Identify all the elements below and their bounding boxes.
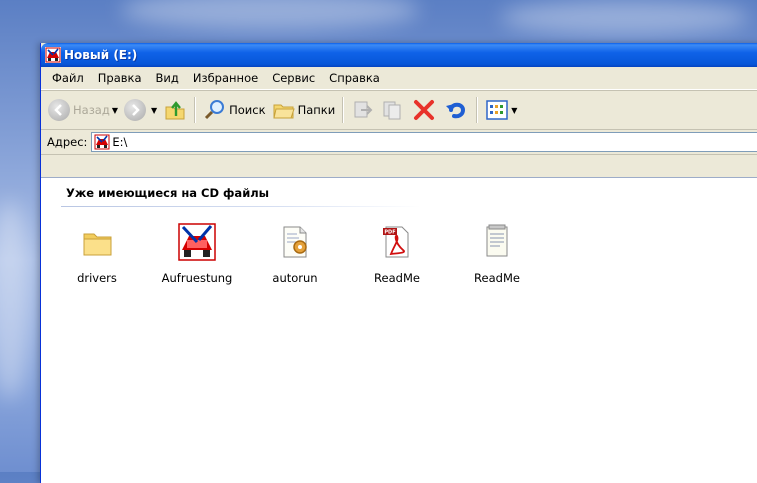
menu-tools[interactable]: Сервис — [265, 69, 322, 87]
menu-bar: Файл Правка Вид Избранное Сервис Справка — [41, 67, 757, 90]
menu-edit[interactable]: Правка — [91, 69, 149, 87]
car-app-icon — [178, 223, 216, 261]
desktop-cloud — [120, 0, 420, 30]
menu-favorites[interactable]: Избранное — [186, 69, 265, 87]
menu-view[interactable]: Вид — [149, 69, 186, 87]
back-button[interactable]: Назад ▼ — [45, 95, 121, 125]
desktop-cloud — [500, 0, 750, 35]
folders-icon — [272, 104, 295, 119]
back-dropdown-icon[interactable]: ▼ — [112, 106, 118, 115]
file-item-drivers[interactable]: drivers — [55, 222, 139, 285]
address-value: E:\ — [112, 135, 128, 149]
back-label: Назад — [73, 103, 110, 117]
file-name: ReadMe — [474, 271, 520, 285]
move-to-button[interactable] — [348, 95, 378, 125]
explorer-window: Новый (E:) Файл Правка Вид Избранное Сер… — [40, 43, 757, 483]
file-item-autorun[interactable]: autorun — [253, 222, 337, 285]
toolbar: Назад ▼ ▼ Поиск Папки ▼ — [41, 90, 757, 130]
file-list-pane[interactable]: Уже имеющиеся на CD файлы drivers Aufrue… — [41, 177, 757, 483]
views-grid-icon — [486, 100, 508, 120]
views-button[interactable]: ▼ — [482, 95, 520, 125]
search-label: Поиск — [229, 103, 266, 117]
address-bar: Адрес: E:\ — [41, 130, 757, 155]
back-arrow-icon — [48, 99, 70, 121]
forward-button[interactable]: ▼ — [121, 95, 160, 125]
undo-icon — [446, 102, 466, 119]
search-button[interactable]: Поиск — [200, 95, 268, 125]
file-name: autorun — [272, 271, 318, 285]
forward-arrow-icon — [123, 99, 146, 121]
drive-icon — [94, 134, 110, 150]
car-app-icon — [45, 47, 61, 63]
desktop-cloud — [0, 200, 30, 400]
folders-button[interactable]: Папки — [269, 95, 339, 125]
move-to-icon — [354, 101, 373, 118]
group-header: Уже имеющиеся на CD файлы — [66, 186, 270, 200]
menu-file[interactable]: Файл — [45, 69, 91, 87]
address-label: Адрес: — [47, 135, 88, 149]
copy-to-button[interactable] — [378, 95, 408, 125]
forward-dropdown-icon[interactable]: ▼ — [151, 106, 157, 115]
file-name: drivers — [77, 271, 117, 285]
up-folder-button[interactable] — [160, 95, 190, 125]
file-name: ReadMe — [374, 271, 420, 285]
toolbar-separator — [194, 97, 197, 123]
text-file-icon — [486, 224, 508, 257]
menu-help[interactable]: Справка — [322, 69, 387, 87]
window-title: Новый (E:) — [64, 48, 138, 62]
group-divider — [61, 206, 421, 207]
folder-icon — [83, 233, 112, 256]
title-bar[interactable]: Новый (E:) — [41, 43, 757, 67]
search-icon — [205, 100, 225, 120]
delete-button[interactable] — [408, 95, 440, 125]
toolbar-separator — [476, 97, 479, 123]
copy-to-icon — [383, 101, 401, 120]
toolbar-separator — [342, 97, 345, 123]
address-field[interactable]: E:\ — [91, 132, 757, 152]
file-name: Aufruestung — [161, 271, 233, 285]
file-item-readme-pdf[interactable]: PDF ReadMe — [355, 222, 439, 285]
file-item-aufruestung[interactable]: Aufruestung — [155, 222, 239, 285]
delete-x-icon — [414, 100, 435, 120]
pdf-file-icon: PDF — [383, 226, 409, 258]
svg-text:PDF: PDF — [384, 230, 395, 236]
file-item-readme-txt[interactable]: ReadMe — [455, 222, 539, 285]
views-dropdown-icon[interactable]: ▼ — [511, 106, 517, 115]
settings-file-icon — [283, 226, 307, 258]
folder-up-icon — [165, 101, 185, 120]
undo-button[interactable] — [440, 95, 472, 125]
folders-label: Папки — [297, 103, 336, 117]
